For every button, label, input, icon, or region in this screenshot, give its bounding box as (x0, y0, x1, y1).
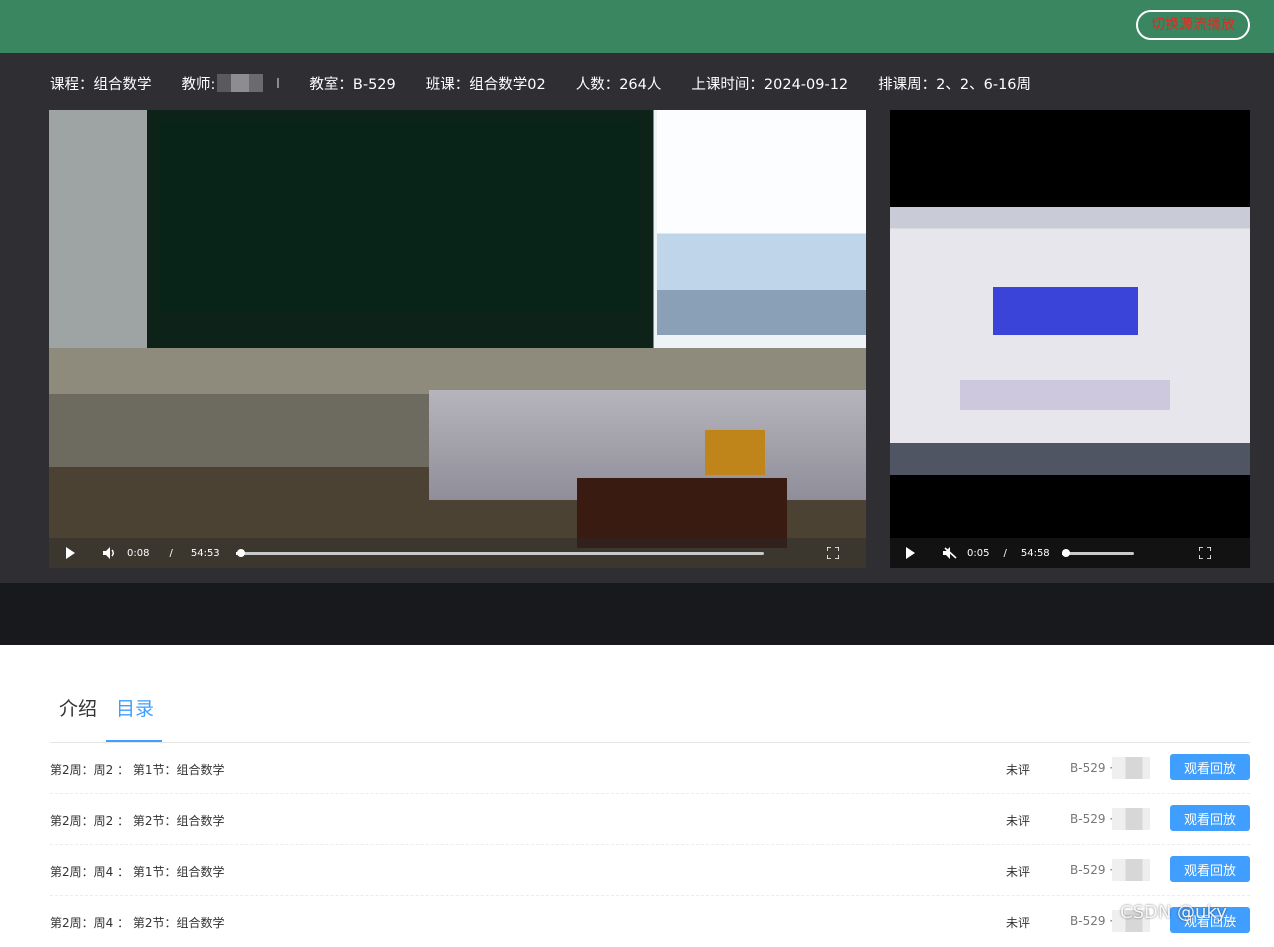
play-icon[interactable] (59, 542, 81, 564)
lesson-row: 第2周：周2 ： 第1节：组合数学 未评 B-529 · 观看回放 (50, 743, 1250, 794)
fullscreen-icon[interactable] (822, 542, 844, 564)
volume-icon[interactable] (99, 542, 121, 564)
switch-source-button[interactable]: 切换源流播放 (1136, 10, 1250, 40)
class-info: 班课：组合数学02 (426, 73, 546, 94)
lesson-rating: 未评 (1006, 863, 1030, 880)
course-name: 课程：组合数学 (50, 73, 152, 94)
time-separator: / (169, 548, 172, 559)
lesson-title: 第2周：周2 ： 第1节：组合数学 (50, 761, 225, 778)
student-count: 人数：264人 (576, 73, 662, 94)
side-video-player[interactable]: 0:05 / 54:58 (890, 110, 1250, 568)
lesson-title: 第2周：周4 ： 第2节：组合数学 (50, 914, 225, 931)
progress-handle[interactable] (1062, 549, 1070, 557)
watch-replay-button[interactable]: 观看回放 (1170, 754, 1250, 780)
lesson-rating: 未评 (1006, 914, 1030, 931)
watch-replay-button[interactable]: 观看回放 (1170, 805, 1250, 831)
lesson-room: B-529 · (1070, 863, 1113, 877)
duration: 54:53 (191, 548, 220, 559)
main-video-player[interactable]: 0:08 / 54:53 (49, 110, 866, 568)
schedule-weeks: 排课周：2、2、6-16周 (878, 73, 1031, 94)
lesson-room: B-529 · (1070, 761, 1113, 775)
room-redacted (1112, 757, 1150, 779)
progress-handle[interactable] (237, 549, 245, 557)
video-window-light (657, 110, 866, 335)
tab-active-indicator (106, 740, 162, 742)
volume-muted-icon[interactable] (939, 542, 961, 564)
current-time: 0:05 (967, 548, 989, 559)
video-screen-text (960, 380, 1170, 410)
room-redacted (1112, 859, 1150, 881)
separator (277, 78, 279, 88)
lesson-rating: 未评 (1006, 761, 1030, 778)
main-video-controls: 0:08 / 54:53 (49, 538, 866, 568)
start-time: 上课时间：2024-09-12 (691, 73, 848, 94)
player-footer-band (0, 583, 1274, 645)
watch-replay-button[interactable]: 观看回放 (1170, 856, 1250, 882)
video-frame-screen (890, 207, 1250, 475)
course-info-bar: 课程：组合数学 教师: 教室：B-529 班课：组合数学02 人数：264人 上… (50, 73, 1061, 93)
teacher-label: 教师: (182, 73, 216, 94)
progress-bar[interactable] (236, 552, 764, 555)
video-blackboard (159, 122, 639, 312)
video-orange-spot (705, 430, 765, 475)
lesson-row: 第2周：周4 ： 第2节：组合数学 未评 B-529 · 观看回放 (50, 896, 1250, 947)
lesson-rating: 未评 (1006, 812, 1030, 829)
side-video-controls: 0:05 / 54:58 (890, 538, 1250, 568)
lesson-room: B-529 · (1070, 914, 1113, 928)
teacher-name-redacted (217, 74, 263, 92)
lesson-title: 第2周：周2 ： 第2节：组合数学 (50, 812, 225, 829)
top-bar: 切换源流播放 (0, 0, 1274, 53)
video-screen-highlight (993, 287, 1138, 335)
tab-catalog[interactable]: 目录 (116, 694, 154, 721)
tab-intro[interactable]: 介绍 (59, 694, 97, 721)
teacher-info: 教师: (182, 73, 280, 94)
content-tabs: 介绍 目录 (50, 690, 1250, 743)
classroom-info: 教室：B-529 (309, 73, 395, 94)
lesson-row: 第2周：周4 ： 第1节：组合数学 未评 B-529 · 观看回放 (50, 845, 1250, 896)
play-icon[interactable] (899, 542, 921, 564)
fullscreen-icon[interactable] (1194, 542, 1216, 564)
time-separator: / (1003, 548, 1006, 559)
room-redacted (1112, 808, 1150, 830)
watermark: CSDN @uky_ (1120, 902, 1236, 923)
player-area: 课程：组合数学 教师: 教室：B-529 班课：组合数学02 人数：264人 上… (0, 53, 1274, 583)
duration: 54:58 (1021, 548, 1050, 559)
progress-bar[interactable] (1062, 552, 1134, 555)
lesson-room: B-529 · (1070, 812, 1113, 826)
lesson-title: 第2周：周4 ： 第1节：组合数学 (50, 863, 225, 880)
current-time: 0:08 (127, 548, 149, 559)
lesson-row: 第2周：周2 ： 第2节：组合数学 未评 B-529 · 观看回放 (50, 794, 1250, 845)
